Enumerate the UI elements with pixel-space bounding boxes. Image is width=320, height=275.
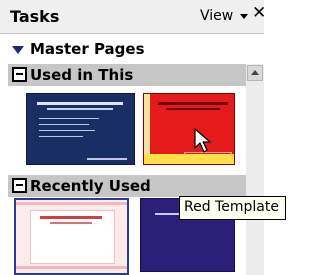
thumb-subtitle-line [166, 108, 220, 110]
pane-title: Tasks [10, 7, 60, 26]
thumb-title-line [40, 216, 102, 219]
view-menu-button[interactable]: View [200, 8, 233, 24]
master-pages-label: Master Pages [30, 40, 145, 58]
master-thumbnail-pink-selected[interactable] [14, 198, 129, 275]
thumb-stripe [16, 202, 127, 205]
scroll-up-arrow-icon[interactable] [247, 65, 263, 81]
template-tooltip: Red Template [179, 196, 286, 220]
thumb-footer-line [87, 158, 127, 160]
thumb-title-line [158, 102, 228, 105]
thumb-text-line [39, 136, 83, 137]
close-icon[interactable]: ✕ [252, 5, 266, 22]
section-label: Recently Used [30, 177, 151, 195]
thumb-subtitle-line [47, 108, 113, 110]
thumb-text-line [39, 124, 89, 125]
triangle-down-icon[interactable] [12, 46, 24, 54]
vertical-scrollbar[interactable] [246, 64, 264, 275]
thumb-text-line [39, 130, 95, 131]
master-pages-header[interactable]: Master Pages [0, 34, 264, 64]
minus-box-icon[interactable] [12, 67, 27, 82]
section-recently-used[interactable]: Recently Used [8, 175, 246, 197]
thumb-subtitle-line [50, 222, 92, 224]
master-thumbnail-blue[interactable] [26, 93, 135, 165]
thumb-title-line [37, 102, 123, 105]
chevron-down-icon[interactable] [240, 14, 248, 19]
mouse-pointer-icon [194, 128, 211, 153]
task-pane-header: Tasks View ✕ [0, 0, 266, 34]
thumb-text-line [39, 118, 99, 119]
thumb-stripe [16, 266, 127, 269]
thumb-bottom-strip [144, 154, 234, 164]
master-thumbnail-red[interactable] [143, 93, 235, 165]
section-used-in-presentation[interactable]: Used in This Presentation [8, 64, 246, 102]
minus-box-icon[interactable] [12, 178, 27, 193]
